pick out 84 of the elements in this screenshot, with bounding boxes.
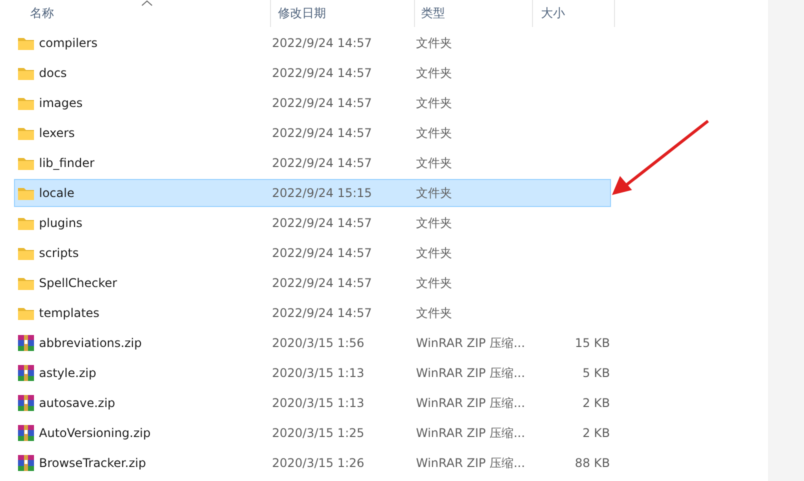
folder-icon bbox=[18, 246, 34, 260]
file-row[interactable]: AutoVersioning.zip 2020/3/15 1:25 WinRAR ZIP 压缩... 2 KB bbox=[14, 419, 611, 447]
file-type: 文件夹 bbox=[416, 214, 453, 232]
file-row[interactable]: astyle.zip 2020/3/15 1:13 WinRAR ZIP 压缩... 5 KB bbox=[14, 359, 611, 387]
file-size: 88 KB bbox=[574, 456, 610, 470]
modified-date: 2022/9/24 14:57 bbox=[272, 276, 373, 290]
column-header[interactable]: 修改日期 bbox=[271, 0, 415, 27]
file-row[interactable]: templates 2022/9/24 14:57 文件夹 bbox=[14, 299, 611, 327]
file-type: 文件夹 bbox=[416, 124, 453, 142]
archive-icon bbox=[18, 455, 34, 471]
file-name: locale bbox=[39, 186, 74, 200]
file-name: lib_finder bbox=[39, 156, 94, 170]
folder-icon bbox=[18, 186, 34, 200]
folder-icon bbox=[18, 306, 34, 320]
file-name: lexers bbox=[39, 126, 75, 140]
file-row[interactable]: autosave.zip 2020/3/15 1:13 WinRAR ZIP 压缩... 2 KB bbox=[14, 389, 611, 417]
file-type: WinRAR ZIP 压缩... bbox=[416, 364, 526, 382]
file-name: SpellChecker bbox=[39, 276, 118, 290]
modified-date: 2020/3/15 1:13 bbox=[272, 366, 366, 380]
file-row[interactable]: abbreviations.zip 2020/3/15 1:56 WinRAR ZIP 压缩... 15 KB bbox=[14, 329, 611, 357]
file-type: 文件夹 bbox=[416, 274, 453, 292]
file-size: 15 KB bbox=[574, 336, 610, 350]
file-type: WinRAR ZIP 压缩... bbox=[416, 424, 526, 442]
folder-icon bbox=[18, 96, 34, 110]
file-row[interactable]: scripts 2022/9/24 14:57 文件夹 bbox=[14, 239, 611, 267]
modified-date: 2020/3/15 1:26 bbox=[272, 456, 366, 470]
file-type: 文件夹 bbox=[416, 94, 453, 112]
file-type: 文件夹 bbox=[416, 304, 453, 322]
archive-icon bbox=[18, 365, 34, 381]
modified-date: 2022/9/24 14:57 bbox=[272, 66, 373, 80]
file-type: 文件夹 bbox=[416, 64, 453, 82]
file-name: BrowseTracker.zip bbox=[39, 456, 146, 470]
file-type: WinRAR ZIP 压缩... bbox=[416, 454, 526, 472]
file-row[interactable]: SpellChecker 2022/9/24 14:57 文件夹 bbox=[14, 269, 611, 297]
file-type: 文件夹 bbox=[416, 184, 453, 202]
file-row[interactable]: locale 2022/9/24 15:15 文件夹 bbox=[14, 179, 611, 207]
folder-icon bbox=[18, 216, 34, 230]
file-name: docs bbox=[39, 66, 67, 80]
file-name: autosave.zip bbox=[39, 396, 116, 410]
file-row[interactable]: compilers 2022/9/24 14:57 文件夹 bbox=[14, 29, 611, 57]
file-row[interactable]: lexers 2022/9/24 14:57 文件夹 bbox=[14, 119, 611, 147]
file-name: scripts bbox=[39, 246, 79, 260]
modified-date: 2022/9/24 14:57 bbox=[272, 36, 373, 50]
modified-date: 2022/9/24 15:15 bbox=[272, 186, 373, 200]
file-name: astyle.zip bbox=[39, 366, 96, 380]
file-row[interactable]: BrowseTracker.zip 2020/3/15 1:26 WinRAR ZIP 压缩... 88 KB bbox=[14, 449, 611, 477]
archive-icon bbox=[18, 395, 34, 411]
archive-icon bbox=[18, 335, 34, 351]
file-row[interactable]: lib_finder 2022/9/24 14:57 文件夹 bbox=[14, 149, 611, 177]
modified-date: 2020/3/15 1:56 bbox=[272, 336, 366, 350]
modified-date: 2022/9/24 14:57 bbox=[272, 246, 373, 260]
folder-icon bbox=[18, 156, 34, 170]
modified-date: 2020/3/15 1:25 bbox=[272, 426, 366, 440]
file-size: 5 KB bbox=[581, 366, 610, 380]
modified-date: 2022/9/24 14:57 bbox=[272, 126, 373, 140]
modified-date: 2020/3/15 1:13 bbox=[272, 396, 366, 410]
folder-icon bbox=[18, 36, 34, 50]
column-header[interactable]: 类型 bbox=[415, 0, 533, 27]
file-name: images bbox=[39, 96, 83, 110]
modified-date: 2022/9/24 14:57 bbox=[272, 216, 373, 230]
file-name: abbreviations.zip bbox=[39, 336, 142, 350]
file-name: AutoVersioning.zip bbox=[39, 426, 151, 440]
modified-date: 2022/9/24 14:57 bbox=[272, 156, 373, 170]
file-row[interactable]: images 2022/9/24 14:57 文件夹 bbox=[14, 89, 611, 117]
file-type: 文件夹 bbox=[416, 244, 453, 262]
file-row[interactable]: plugins 2022/9/24 14:57 文件夹 bbox=[14, 209, 611, 237]
file-name: plugins bbox=[39, 216, 82, 230]
file-type: WinRAR ZIP 压缩... bbox=[416, 334, 526, 352]
file-type: WinRAR ZIP 压缩... bbox=[416, 394, 526, 412]
file-type: 文件夹 bbox=[416, 34, 453, 52]
file-type: 文件夹 bbox=[416, 154, 453, 172]
column-header[interactable]: 名称 bbox=[0, 0, 271, 27]
file-name: templates bbox=[39, 306, 100, 320]
file-name: compilers bbox=[39, 36, 98, 50]
folder-icon bbox=[18, 66, 34, 80]
file-size: 2 KB bbox=[581, 426, 610, 440]
file-size: 2 KB bbox=[581, 396, 610, 410]
file-row[interactable]: docs 2022/9/24 14:57 文件夹 bbox=[14, 59, 611, 87]
folder-icon bbox=[18, 276, 34, 290]
modified-date: 2022/9/24 14:57 bbox=[272, 306, 373, 320]
archive-icon bbox=[18, 425, 34, 441]
folder-icon bbox=[18, 126, 34, 140]
column-header[interactable]: 大小 bbox=[533, 0, 615, 27]
modified-date: 2022/9/24 14:57 bbox=[272, 96, 373, 110]
